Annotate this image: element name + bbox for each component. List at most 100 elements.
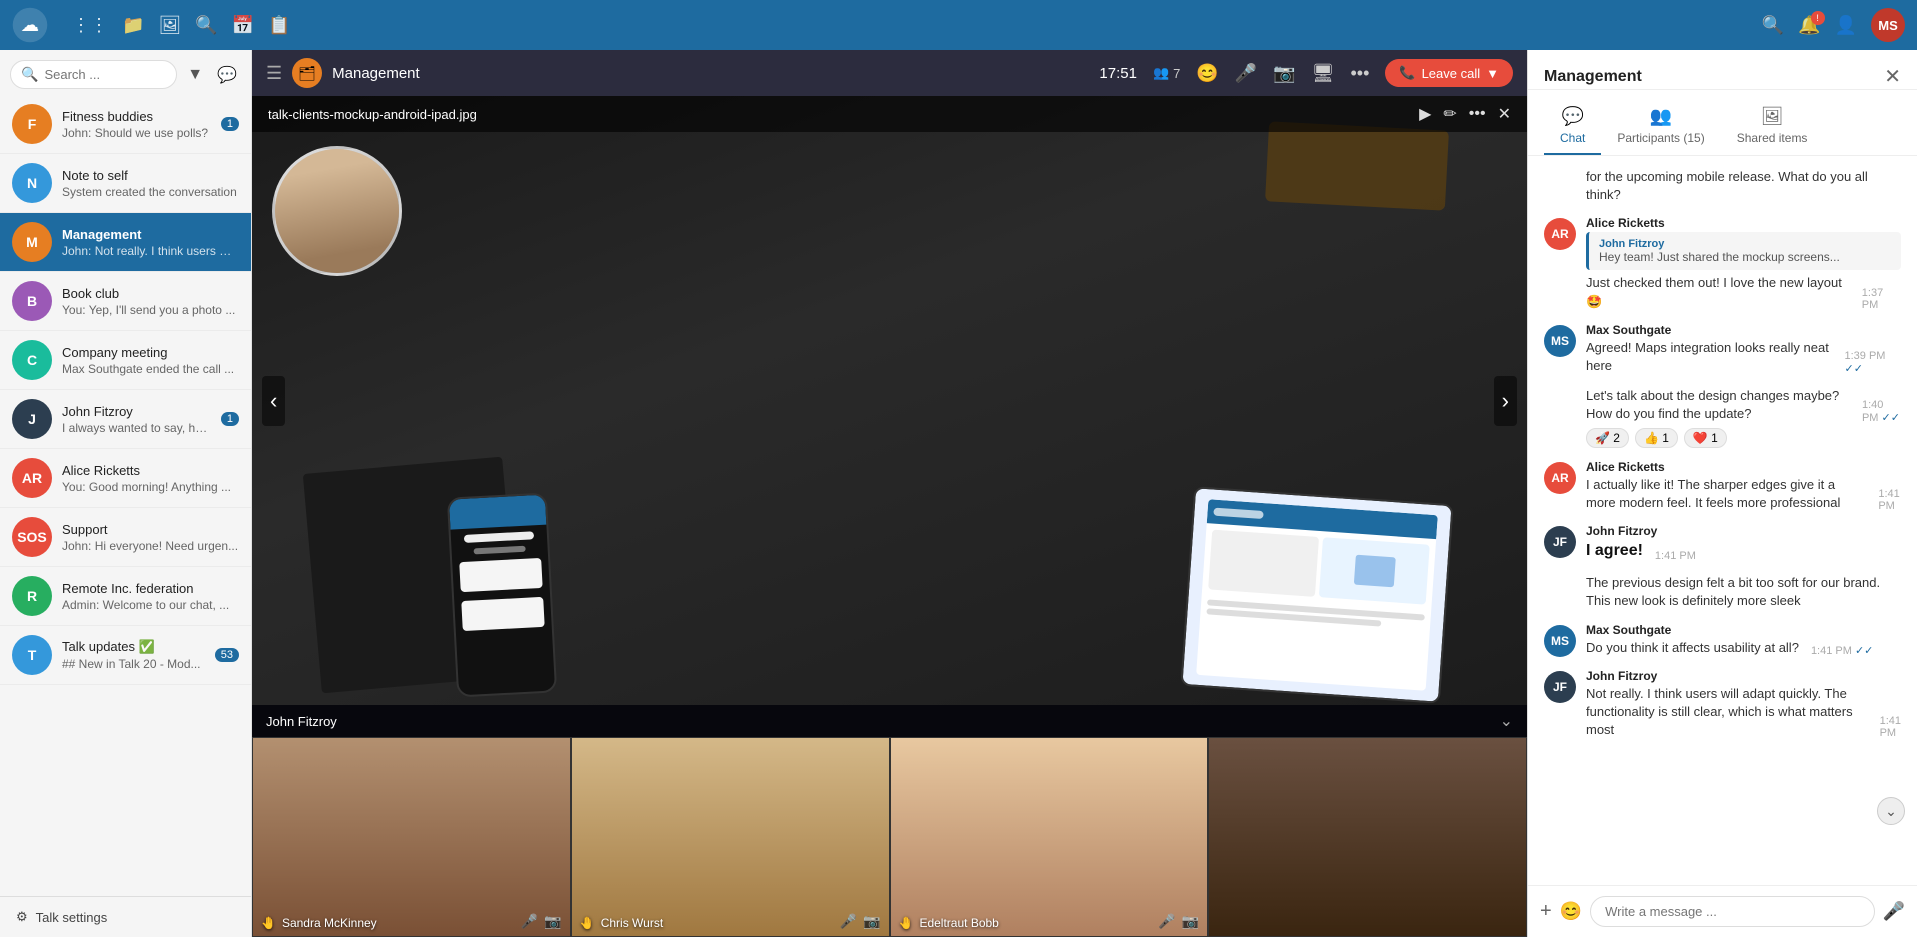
- room-avatar: 🗂: [292, 58, 322, 88]
- filter-icon[interactable]: ▼: [183, 62, 207, 88]
- search-icon[interactable]: 🔍: [195, 15, 217, 36]
- emoji-button[interactable]: 😊: [1560, 901, 1582, 922]
- conv-info: Remote Inc. federation Admin: Welcome to…: [62, 581, 239, 612]
- bell-icon[interactable]: 🔔 !: [1798, 15, 1820, 36]
- play-icon[interactable]: ▶: [1419, 104, 1431, 124]
- conv-avatar: B: [12, 281, 52, 321]
- files-icon[interactable]: 📁: [122, 15, 144, 36]
- image-viewer: talk-clients-mockup-android-ipad.jpg ▶ ✏…: [252, 96, 1527, 705]
- cam-status-icon[interactable]: 📷: [863, 913, 880, 930]
- chat-panel: Management ✕ 💬 Chat 👥 Participants (15) …: [1527, 50, 1917, 937]
- sidebar-item-note-to-self[interactable]: N Note to self System created the conver…: [0, 154, 251, 213]
- scroll-down-button[interactable]: ⌄: [1877, 797, 1905, 825]
- sidebar-item-john-fitzroy[interactable]: J John Fitzroy I always wanted to say, h…: [0, 390, 251, 449]
- top-nav: ☁ ⋮⋮ 📁 🖼 🔍 📅 📋 🔍 🔔 ! 👤 MS: [0, 0, 1917, 50]
- participant-video: [891, 738, 1208, 936]
- talk-settings-button[interactable]: ⚙ Talk settings: [0, 896, 251, 937]
- next-image-button[interactable]: ›: [1494, 376, 1517, 426]
- sidebar-item-support[interactable]: SOS Support John: Hi everyone! Need urge…: [0, 508, 251, 567]
- reaction-button[interactable]: 👍 1: [1635, 428, 1678, 448]
- conv-info: Alice Ricketts You: Good morning! Anythi…: [62, 463, 239, 494]
- search-input-wrap[interactable]: 🔍: [10, 60, 177, 89]
- conv-name: Support: [62, 522, 239, 537]
- sidebar-item-fitness-buddies[interactable]: F Fitness buddies John: Should we use po…: [0, 95, 251, 154]
- magnifier-icon[interactable]: 🔍: [1762, 15, 1784, 36]
- msg-row: I actually like it! The sharper edges gi…: [1586, 476, 1901, 512]
- sidebar-item-alice-ricketts[interactable]: AR Alice Ricketts You: Good morning! Any…: [0, 449, 251, 508]
- prev-image-button[interactable]: ‹: [262, 376, 285, 426]
- conv-preview: John: Not really. I think users wi...: [62, 244, 239, 258]
- settings-icon: ⚙: [16, 909, 28, 925]
- shared-items-tab-label: Shared items: [1737, 131, 1808, 145]
- nextcloud-logo[interactable]: ☁: [12, 7, 48, 43]
- msg-avatar: AR: [1544, 218, 1576, 250]
- contacts-icon[interactable]: 👤: [1835, 15, 1857, 36]
- close-viewer-icon[interactable]: ✕: [1498, 104, 1511, 124]
- msg-time: 1:41 PM ✓✓: [1811, 644, 1873, 657]
- grid-icon[interactable]: ⋮⋮: [72, 15, 108, 36]
- screen-share-icon[interactable]: 🖥: [1312, 63, 1335, 84]
- sidebar-item-remote-federation[interactable]: R Remote Inc. federation Admin: Welcome …: [0, 567, 251, 626]
- thumb-controls: 🎤 📷: [1158, 913, 1199, 930]
- message-group: JF John Fitzroy I agree! 1:41 PM: [1544, 524, 1901, 562]
- image-viewer-header: talk-clients-mockup-android-ipad.jpg ▶ ✏…: [252, 96, 1527, 132]
- microphone-icon[interactable]: 🎤: [1235, 63, 1257, 84]
- conv-avatar: R: [12, 576, 52, 616]
- conv-preview: System created the conversation: [62, 185, 239, 199]
- cam-status-icon[interactable]: 📷: [544, 913, 561, 930]
- message-input[interactable]: [1590, 896, 1874, 927]
- more-options-icon[interactable]: •••: [1350, 63, 1369, 84]
- reactions: 🚀 2 👍 1 ❤️ 1: [1586, 428, 1901, 448]
- mic-icon: 🤚: [580, 916, 595, 930]
- msg-sender: Max Southgate: [1586, 623, 1901, 637]
- camera-icon[interactable]: 📷: [1273, 63, 1295, 84]
- mockup-image: [252, 96, 1527, 705]
- reaction-button[interactable]: ❤️ 1: [1684, 428, 1727, 448]
- voice-message-button[interactable]: 🎤: [1883, 901, 1905, 922]
- mic-status-icon[interactable]: 🎤: [840, 913, 857, 930]
- msg-sender: Alice Ricketts: [1586, 460, 1901, 474]
- msg-sender: Max Southgate: [1586, 323, 1901, 337]
- tab-participants[interactable]: 👥 Participants (15): [1601, 98, 1720, 155]
- msg-time: 1:40 PM ✓✓: [1862, 399, 1901, 424]
- collapse-icon[interactable]: ⌄: [1500, 711, 1513, 731]
- msg-text: Let's talk about the design changes mayb…: [1586, 387, 1850, 423]
- conv-avatar: F: [12, 104, 52, 144]
- search-input[interactable]: [44, 67, 166, 82]
- emoji-reaction-icon[interactable]: 😊: [1196, 63, 1218, 84]
- sidebar-item-company-meeting[interactable]: C Company meeting Max Southgate ended th…: [0, 331, 251, 390]
- chat-panel-title: Management: [1544, 68, 1884, 86]
- svg-text:☁: ☁: [21, 14, 40, 35]
- settings-label: Talk settings: [36, 910, 108, 925]
- reaction-button[interactable]: 🚀 2: [1586, 428, 1629, 448]
- call-area: ☰ 🗂 Management 17:51 👥 7 😊 🎤 📷 🖥 ••• 📞 L…: [252, 50, 1527, 937]
- calendar-icon[interactable]: 📅: [232, 15, 254, 36]
- mic-status-icon[interactable]: 🎤: [1158, 913, 1175, 930]
- sidebar-toggle-icon[interactable]: ☰: [266, 63, 282, 84]
- mic-status-icon[interactable]: 🎤: [521, 913, 538, 930]
- msg-text: The previous design felt a bit too soft …: [1586, 574, 1901, 610]
- message-group: MS Max Southgate Do you think it affects…: [1544, 623, 1901, 657]
- leave-call-button[interactable]: 📞 Leave call ▼: [1385, 59, 1513, 87]
- tab-chat[interactable]: 💬 Chat: [1544, 98, 1601, 155]
- new-chat-icon[interactable]: 💬: [213, 61, 241, 89]
- user-avatar[interactable]: MS: [1871, 8, 1905, 42]
- edit-icon[interactable]: ✏: [1443, 104, 1456, 124]
- conv-avatar: T: [12, 635, 52, 675]
- close-chat-panel-button[interactable]: ✕: [1884, 64, 1901, 89]
- photos-icon[interactable]: 🖼: [158, 15, 181, 36]
- call-controls: 17:51 👥 7 😊 🎤 📷 🖥 ••• 📞 Leave call ▼: [1099, 59, 1513, 87]
- notes-icon[interactable]: 📋: [268, 15, 290, 36]
- sidebar-item-book-club[interactable]: B Book club You: Yep, I'll send you a ph…: [0, 272, 251, 331]
- top-nav-right: 🔍 🔔 ! 👤 MS: [1762, 8, 1905, 42]
- cam-status-icon[interactable]: 📷: [1182, 913, 1199, 930]
- more-icon[interactable]: •••: [1469, 105, 1486, 123]
- sidebar-item-management[interactable]: M Management John: Not really. I think u…: [0, 213, 251, 272]
- tab-shared-items[interactable]: 🖼 Shared items: [1721, 98, 1824, 155]
- conv-preview: Max Southgate ended the call ...: [62, 362, 239, 376]
- message-group: AR Alice Ricketts I actually like it! Th…: [1544, 460, 1901, 512]
- add-attachment-button[interactable]: +: [1540, 900, 1552, 923]
- msg-time: 1:41 PM: [1655, 550, 1696, 562]
- participant-video: [572, 738, 889, 936]
- sidebar-item-talk-updates[interactable]: T Talk updates ✅ ## New in Talk 20 - Mod…: [0, 626, 251, 685]
